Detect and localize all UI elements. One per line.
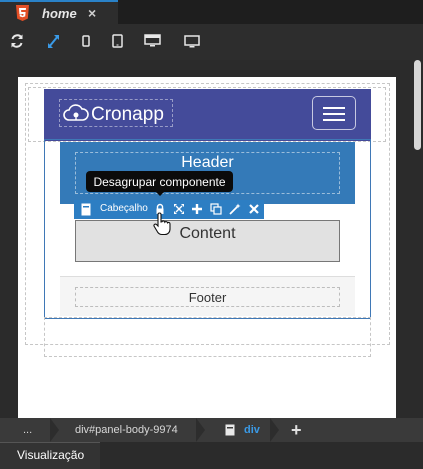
below-panel-outline bbox=[44, 317, 371, 357]
close-icon[interactable]: × bbox=[88, 5, 96, 21]
tooltip-arrow bbox=[156, 192, 164, 196]
hamburger-line bbox=[323, 113, 345, 115]
tab-bar: home × bbox=[0, 0, 423, 24]
cloud-icon bbox=[63, 104, 89, 121]
footer-section[interactable]: Footer bbox=[60, 276, 355, 316]
status-label: Visualização bbox=[17, 448, 85, 462]
delete-icon[interactable] bbox=[248, 203, 260, 215]
breadcrumb-current-div[interactable]: div bbox=[244, 418, 260, 442]
hamburger-line bbox=[323, 119, 345, 121]
tab-visualizacao[interactable]: Visualização bbox=[0, 442, 100, 469]
panel[interactable]: Header Content Footer bbox=[44, 139, 371, 319]
add-icon[interactable] bbox=[191, 203, 203, 215]
tooltip: Desagrupar componente bbox=[86, 171, 233, 196]
copy-icon[interactable] bbox=[210, 203, 222, 215]
status-bar: Visualização bbox=[0, 442, 423, 469]
header-title: Header bbox=[181, 154, 234, 171]
hand-cursor-icon bbox=[153, 212, 171, 236]
logo-text: Cronapp bbox=[91, 104, 164, 125]
breadcrumb-separator bbox=[196, 418, 205, 442]
html5-icon bbox=[16, 5, 29, 21]
refresh-icon[interactable] bbox=[10, 33, 24, 49]
breadcrumb-separator bbox=[50, 418, 59, 442]
content-box[interactable]: Content bbox=[75, 220, 340, 262]
tablet-icon[interactable] bbox=[112, 33, 123, 49]
tab-home[interactable]: home × bbox=[0, 0, 118, 24]
breadcrumb-separator bbox=[270, 418, 279, 442]
breadcrumb-panel-body[interactable]: div#panel-body-9974 bbox=[75, 418, 178, 442]
scrollbar-thumb[interactable] bbox=[414, 60, 421, 150]
tooltip-text: Desagrupar componente bbox=[93, 175, 226, 189]
expand-icon[interactable] bbox=[47, 33, 60, 49]
tab-title: home bbox=[42, 6, 77, 21]
hamburger-line bbox=[323, 107, 345, 109]
element-breadcrumb: ... div#panel-body-9974 div + bbox=[0, 418, 423, 442]
component-icon bbox=[225, 424, 235, 436]
phone-icon[interactable] bbox=[82, 33, 90, 49]
footer-box[interactable]: Footer bbox=[75, 287, 340, 307]
design-canvas[interactable]: Cronapp Header Content Footer bbox=[0, 60, 412, 422]
component-label: Cabeçalho bbox=[100, 203, 148, 214]
breadcrumb-ellipsis[interactable]: ... bbox=[23, 418, 32, 442]
vertical-scrollbar[interactable] bbox=[412, 60, 423, 418]
monitor-icon[interactable] bbox=[184, 33, 200, 49]
menu-toggle-button[interactable] bbox=[312, 96, 356, 130]
navbar[interactable]: Cronapp bbox=[44, 89, 371, 141]
footer-title: Footer bbox=[188, 290, 227, 305]
desktop-icon[interactable] bbox=[144, 33, 161, 49]
page-preview[interactable]: Cronapp Header Content Footer bbox=[18, 77, 396, 422]
logo[interactable]: Cronapp bbox=[59, 99, 173, 127]
component-icon bbox=[81, 203, 91, 216]
move-icon[interactable] bbox=[173, 203, 185, 215]
content-title: Content bbox=[179, 225, 236, 242]
magic-wand-icon[interactable] bbox=[229, 203, 241, 215]
view-toolbar bbox=[0, 24, 423, 60]
add-element-button[interactable]: + bbox=[291, 418, 302, 442]
